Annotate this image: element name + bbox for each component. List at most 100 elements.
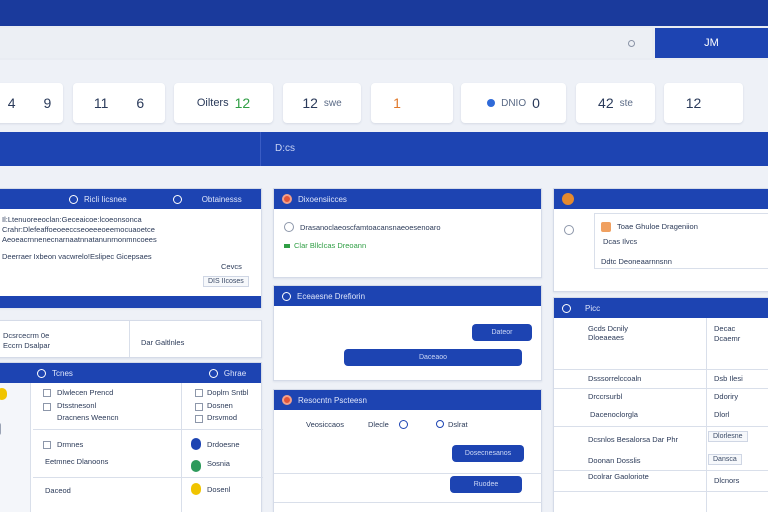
task-checkbox[interactable] <box>43 389 51 397</box>
table-row-divider <box>554 470 768 471</box>
row-divider <box>33 477 263 478</box>
search-icon[interactable] <box>628 40 635 47</box>
stat-value: 12 <box>234 95 251 111</box>
stat-value: 11 <box>93 95 109 111</box>
profile-line: Ddtc Deoneaarnnsnn <box>601 257 672 266</box>
resource-item[interactable]: Veosiccaos <box>306 420 344 429</box>
radio-icon[interactable] <box>284 222 294 232</box>
task-right: Dosnen <box>207 401 233 410</box>
profile-avatar <box>601 222 611 232</box>
primary-button[interactable]: Dosecnesanos <box>452 445 524 462</box>
detail-line: Deerraer Ixbeon vacwrelo!Eslipec Gicepsa… <box>2 252 152 261</box>
stat-label: ste <box>619 97 633 109</box>
task-right: Doplrn Sntbl <box>207 388 249 397</box>
stat-card[interactable]: 12 <box>664 83 743 123</box>
task-checkbox[interactable] <box>195 389 203 397</box>
panel-header: Tcnes Ghrae <box>0 363 261 383</box>
search-button[interactable]: JM <box>655 28 768 58</box>
section-banner: D:cs <box>0 132 768 166</box>
stat-label: DNIO <box>501 97 527 109</box>
table-cell[interactable]: Dansca <box>708 454 742 465</box>
table-cell: Dcsnlos Besalorsa Dar Phr <box>588 435 679 444</box>
settings-icon[interactable] <box>399 420 408 429</box>
info-icon <box>37 368 46 378</box>
top-navigation-bar <box>0 0 768 26</box>
summary-right-label: Dar Galtlnles <box>141 338 185 347</box>
clock-icon <box>208 368 218 378</box>
summary-sub: Eccrn Dsalpar <box>3 341 51 350</box>
stat-label: Oilters <box>196 97 229 109</box>
search-input[interactable] <box>0 28 652 58</box>
panel-title: Ricli Iicsnee <box>84 194 127 204</box>
info-icon <box>69 194 78 204</box>
panel-title: Picc <box>585 303 601 313</box>
table-cell: Gcds Dcnily <box>588 324 629 333</box>
panel-header: Eceaesne Drefiorin <box>274 286 541 306</box>
panel-title: Tcnes <box>52 368 73 378</box>
task-label: Dtsstnesonl <box>57 401 97 410</box>
stat-value: 1 <box>393 95 401 111</box>
info-icon <box>562 303 571 313</box>
info-icon <box>282 291 291 301</box>
table-row-divider <box>554 491 768 492</box>
task-label: Drmnes <box>57 440 84 449</box>
panel-profile: Toae Ghuloe Drageniion Dcas Ilvcs Ddtc D… <box>553 188 768 292</box>
task-sidebar <box>0 383 31 512</box>
panel-title: Resocntn Pscteesn <box>298 395 367 405</box>
table-cell: Dlorl <box>714 410 730 419</box>
stat-card[interactable]: DNIO 0 <box>461 83 566 123</box>
panel-form: Eceaesne Drefiorin Dateor Daceaoo <box>273 285 542 381</box>
banner-divider <box>260 132 261 166</box>
avatar <box>191 438 201 450</box>
stat-card[interactable]: 4 9 <box>0 83 63 123</box>
profile-card[interactable]: Toae Ghuloe Drageniion Dcas Ilvcs Ddtc D… <box>594 213 768 269</box>
task-checkbox[interactable] <box>195 403 203 411</box>
submit-button[interactable]: Daceaoo <box>344 349 522 366</box>
stat-card[interactable]: Oilters 12 <box>174 83 273 123</box>
detail-line: Il:Ltenuoreeoclan:Geceaicoe:lcoeonsonca <box>2 215 142 224</box>
row-divider <box>274 473 542 474</box>
table-cell[interactable]: Dlorlesne <box>708 431 748 442</box>
profile-title: Toae Ghuloe Drageniion <box>617 222 698 231</box>
stat-card[interactable]: 12 swe <box>283 83 361 123</box>
resource-item[interactable]: Dlecle <box>368 420 389 429</box>
alert-icon <box>562 193 574 205</box>
stat-value: 42 <box>598 95 614 111</box>
panel-resources: Resocntn Pscteesn Veosiccaos Dlecle Dslr… <box>273 389 542 512</box>
stat-card[interactable]: 11 6 <box>73 83 165 123</box>
description-line: Drasanoclaeoscfamtoacansnaeoesenoaro <box>300 223 441 232</box>
banner-label: D:cs <box>275 143 295 154</box>
avatar <box>191 460 201 472</box>
row-divider <box>274 502 542 503</box>
action-button[interactable]: Dateor <box>472 324 532 341</box>
task-right: Drdoesne <box>207 440 240 449</box>
secondary-button[interactable]: Ruodee <box>450 476 522 493</box>
stat-card[interactable]: 42 ste <box>576 83 655 123</box>
alert-icon <box>282 194 292 204</box>
panel-description: Dixoensiicces Drasanoclaeoscfamtoacansna… <box>273 188 542 278</box>
task-right: Sosnia <box>207 459 230 468</box>
table-cell: Decac <box>714 324 736 333</box>
task-label: Dlwlecen Prencd <box>57 388 114 397</box>
task-label: Dracnens Weencn <box>57 413 119 422</box>
table-cell: Dcaemr <box>714 334 741 343</box>
shield-icon <box>436 420 444 428</box>
status-badge[interactable]: DIS IIcoses <box>203 276 249 287</box>
panel-summary: Dcsrcecrm 0e Eccrn Dsalpar Dar Galtlnles <box>0 320 262 358</box>
globe-icon <box>564 225 574 235</box>
task-checkbox[interactable] <box>43 403 51 411</box>
task-checkbox[interactable] <box>43 441 51 449</box>
task-checkbox[interactable] <box>195 415 203 423</box>
panel-header: Resocntn Pscteesn <box>274 390 541 410</box>
task-label: Daceod <box>45 486 71 495</box>
stat-card[interactable]: 1 <box>371 83 453 123</box>
resource-item[interactable]: Dslrat <box>448 420 468 429</box>
summary-label: Dcsrcecrm 0e <box>3 331 50 340</box>
stat-value: 0 <box>532 95 540 111</box>
table-cell: Dsssorrelccoaln <box>588 374 642 383</box>
avatar <box>0 423 1 435</box>
panel-overview: Ricli Iicsnee Obtainesss Il:Ltenuoreeocl… <box>0 188 262 308</box>
panel-right-title: Ghrae <box>223 368 247 378</box>
table-cell: Dloeaeaes <box>588 333 624 342</box>
panel-right-title: Obtainesss <box>201 194 242 204</box>
